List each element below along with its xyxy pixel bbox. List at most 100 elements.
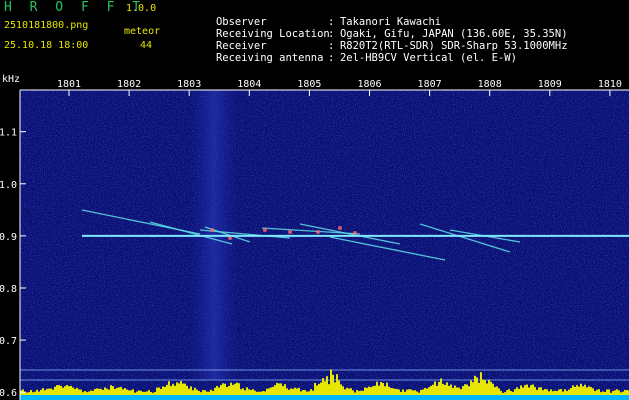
meteor-echo <box>288 230 292 234</box>
histogram-bar <box>414 390 416 395</box>
histogram-bar <box>264 391 266 395</box>
histogram-bar <box>40 389 42 395</box>
histogram-bar <box>390 388 392 395</box>
info-key: Observer <box>215 16 267 28</box>
histogram-bar <box>314 382 316 395</box>
histogram-bar <box>596 389 598 395</box>
histogram-bar <box>212 390 214 395</box>
time-tick-label: 1802 <box>117 79 141 90</box>
histogram-bar <box>446 382 448 395</box>
histogram-bar <box>398 389 400 395</box>
spectrogram: kHz 1801 1802 1803 1804 1805 1806 1807 1808 1809 1… <box>0 74 629 400</box>
histogram-bar <box>196 389 198 395</box>
histogram-bar <box>586 387 588 395</box>
histogram-bar <box>406 389 408 395</box>
histogram-bar <box>244 390 246 395</box>
spectrogram-plot <box>20 90 629 400</box>
histogram-bar <box>626 390 628 395</box>
histogram-bar <box>616 389 618 395</box>
histogram-bar <box>332 374 334 395</box>
histogram-bar <box>132 389 134 395</box>
histogram-bar <box>458 387 460 395</box>
freq-tick-label: 1.0 <box>0 180 17 191</box>
histogram-bar <box>174 385 176 395</box>
histogram-bar <box>460 389 462 395</box>
histogram-bar <box>316 385 318 395</box>
histogram-bar <box>114 388 116 395</box>
histogram-bar <box>90 390 92 395</box>
histogram-bar <box>506 390 508 395</box>
histogram-bar <box>266 388 268 395</box>
histogram-bar <box>470 380 472 395</box>
histogram-bar <box>168 381 170 395</box>
histogram-bar <box>456 387 458 395</box>
histogram-bar <box>278 383 280 395</box>
histogram-bar <box>448 385 450 395</box>
histogram-bar <box>226 387 228 395</box>
histogram-bar <box>48 388 50 395</box>
histogram-bar <box>198 390 200 395</box>
histogram-bar <box>238 383 240 395</box>
time-tick-label: 1810 <box>598 79 622 90</box>
histogram-bar <box>418 392 420 395</box>
histogram-bar <box>312 390 314 395</box>
histogram-bar <box>102 389 104 395</box>
histogram-bar <box>310 389 312 395</box>
histogram-bar <box>288 389 290 395</box>
histogram-bar <box>246 387 248 395</box>
histogram-bar <box>554 390 556 395</box>
histogram-bar <box>306 391 308 395</box>
histogram-bar <box>622 391 624 395</box>
histogram-bar <box>578 386 580 395</box>
histogram-bar <box>36 389 38 395</box>
histogram-bar <box>552 391 554 395</box>
histogram-bar <box>558 389 560 395</box>
histogram-bar <box>608 389 610 395</box>
histogram-bar <box>372 386 374 395</box>
histogram-bar <box>594 391 596 395</box>
info-value: Takanori Kawachi <box>339 16 442 28</box>
histogram-bar <box>144 391 146 395</box>
histogram-bar <box>494 387 496 395</box>
histogram-bar <box>286 388 288 395</box>
histogram-bar <box>204 390 206 395</box>
info-colon: : <box>327 40 335 52</box>
histogram-bar <box>26 392 28 395</box>
histogram-bar <box>164 386 166 395</box>
histogram-bar <box>42 388 44 395</box>
histogram-bar <box>34 391 36 395</box>
histogram-bar <box>342 386 344 395</box>
histogram-bar <box>192 390 194 395</box>
histogram-bar <box>188 388 190 395</box>
histogram-bar <box>538 387 540 395</box>
histogram-bar <box>518 388 520 395</box>
histogram-bar <box>38 391 40 395</box>
station-info: Observer: Takanori Kawachi Receiving Loca… <box>178 4 568 64</box>
histogram-bar <box>354 392 356 395</box>
histogram-bar <box>520 385 522 395</box>
histogram-bar <box>142 391 144 395</box>
histogram-bar <box>120 386 122 395</box>
time-tick-label: 1807 <box>418 79 442 90</box>
histogram-bar <box>220 385 222 395</box>
histogram-bar <box>438 381 440 395</box>
histogram-bar <box>614 390 616 395</box>
histogram-bar <box>296 388 298 395</box>
histogram-bar <box>584 384 586 395</box>
histogram-bar <box>148 390 150 395</box>
histogram-bar <box>474 375 476 395</box>
time-tick-label: 1803 <box>177 79 201 90</box>
histogram-bar <box>82 392 84 395</box>
histogram-bar <box>122 389 124 395</box>
histogram-bar <box>602 391 604 395</box>
histogram-bar <box>194 387 196 395</box>
histogram-bar <box>232 384 234 395</box>
meteor-echo <box>338 226 342 230</box>
histogram-bar <box>100 388 102 395</box>
histogram-bar <box>178 383 180 395</box>
histogram-bar <box>562 391 564 395</box>
histogram-bar <box>404 391 406 395</box>
histogram-bar <box>488 379 490 395</box>
histogram-bar <box>328 384 330 395</box>
info-colon: : <box>327 28 335 40</box>
